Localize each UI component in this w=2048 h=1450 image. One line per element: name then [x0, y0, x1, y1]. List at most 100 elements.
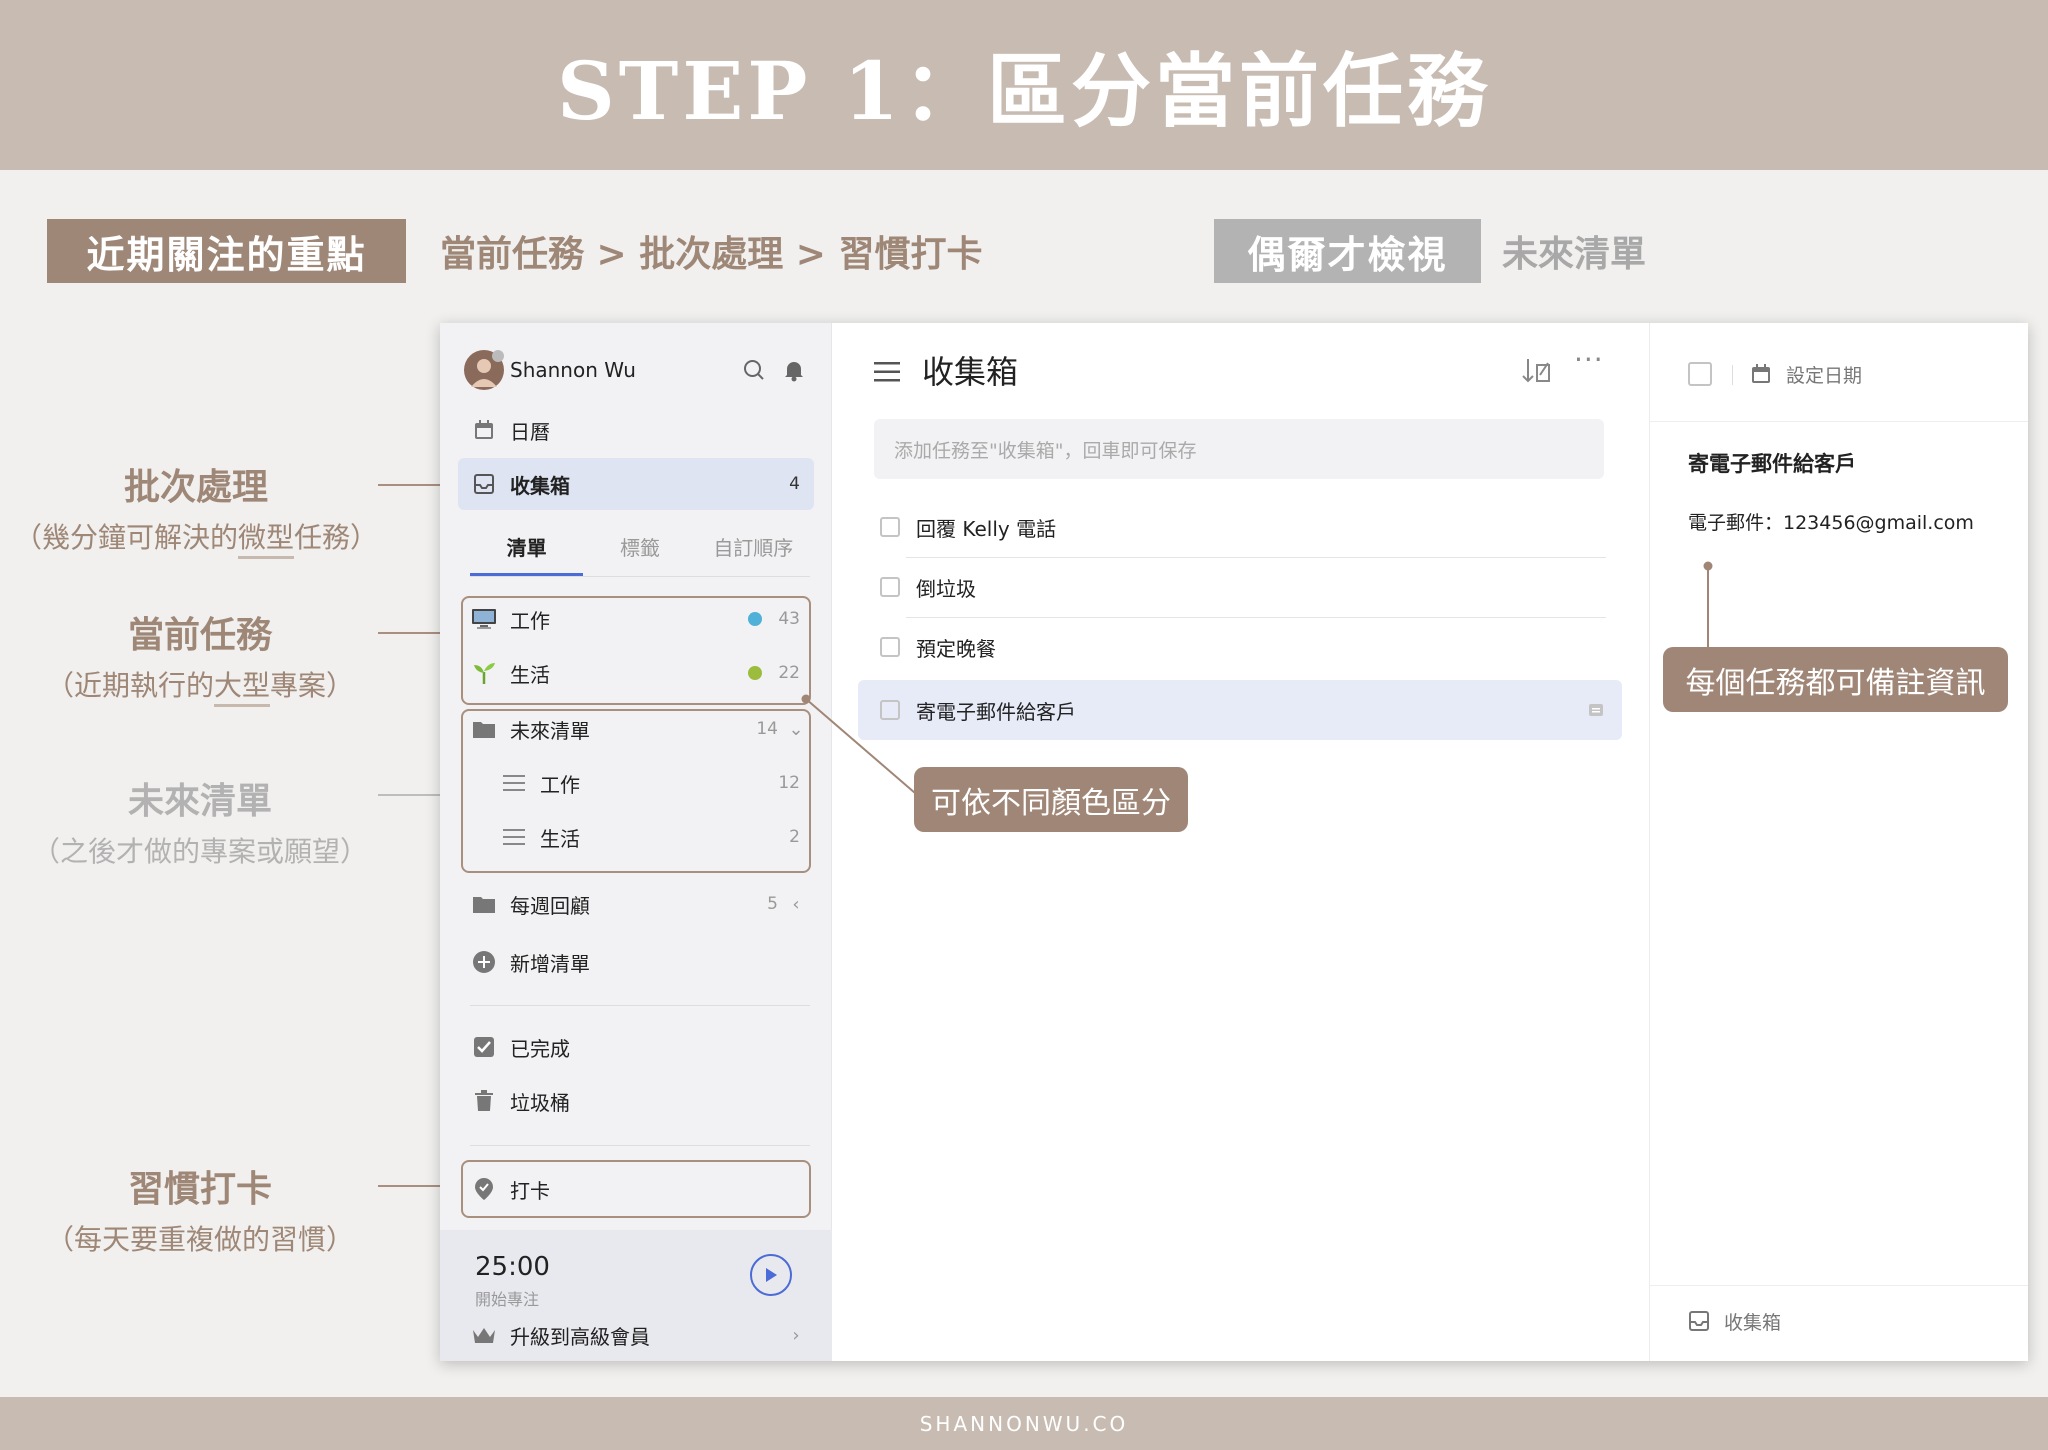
- sidebar-folder-weekly[interactable]: 每週回顧 5 ‹: [458, 878, 814, 930]
- sidebar-item-label: 生活: [510, 662, 550, 687]
- task-row-selected[interactable]: 寄電子郵件給客戶: [858, 680, 1622, 740]
- habit-pin-icon: [458, 1177, 510, 1201]
- label-current: 當前任務 （近期執行的大型專案）: [10, 606, 390, 707]
- sidebar-item-label: 工作: [540, 772, 580, 797]
- legend-occasional-badge: 偶爾才檢視: [1214, 219, 1481, 283]
- task-row[interactable]: 預定晚餐: [880, 617, 1620, 677]
- count-badge: 12: [778, 773, 800, 793]
- sidebar-item-label: 生活: [540, 826, 580, 851]
- task-title: 回覆 Kelly 電話: [916, 516, 1057, 541]
- user-row[interactable]: Shannon Wu: [458, 344, 814, 396]
- callout-note: 每個任務都可備註資訊: [1663, 647, 2008, 712]
- divider: [1650, 1285, 2028, 1286]
- task-row[interactable]: 回覆 Kelly 電話: [880, 497, 1620, 557]
- sidebar-item-habit[interactable]: 打卡: [458, 1163, 814, 1215]
- menu-icon[interactable]: [874, 361, 900, 387]
- more-icon[interactable]: ···: [1574, 343, 1604, 376]
- sidebar-item-future-life[interactable]: 生活 2: [458, 811, 814, 863]
- sidebar-item-label: 每週回顧: [510, 893, 590, 918]
- sidebar-item-inbox[interactable]: 收集箱 4: [458, 458, 814, 510]
- sidebar-item-life[interactable]: 生活 22: [458, 647, 814, 699]
- sidebar: Shannon Wu 日曆 收集箱 4 清單 標籤 自訂順序 工作 43 生活 …: [440, 323, 832, 1361]
- add-list-button[interactable]: 新增清單: [458, 936, 814, 988]
- label-batch: 批次處理 （幾分鐘可解決的微型任務）: [6, 458, 386, 559]
- inbox-icon: [1689, 1311, 1709, 1331]
- footer-site: SHANNONWU.CO: [919, 1411, 1129, 1436]
- count-badge: 14: [756, 719, 778, 739]
- sidebar-tabs: 清單 標籤 自訂順序: [470, 520, 810, 576]
- sidebar-item-future-work[interactable]: 工作 12: [458, 757, 814, 809]
- search-icon[interactable]: [734, 358, 774, 382]
- task-title: 倒垃圾: [916, 576, 976, 601]
- sidebar-item-label: 收集箱: [510, 473, 570, 498]
- pomo-time: 25:00: [475, 1252, 550, 1282]
- header-banner: STEP 1：區分當前任務: [0, 0, 2048, 170]
- detail-note[interactable]: 電子郵件：123456@gmail.com: [1688, 508, 1974, 535]
- chevron-down-icon[interactable]: ⌄: [784, 719, 808, 740]
- chevron-right-icon: ›: [792, 1324, 800, 1346]
- bell-icon[interactable]: [774, 358, 814, 382]
- label-habit: 習慣打卡 （每天要重複做的習慣）: [45, 1169, 354, 1256]
- main-panel: 收集箱 ··· 添加任務至"收集箱"，回車即可保存 回覆 Kelly 電話 倒垃…: [832, 323, 1650, 1361]
- user-name: Shannon Wu: [510, 358, 636, 382]
- divider: [1732, 365, 1733, 385]
- add-task-input[interactable]: 添加任務至"收集箱"，回車即可保存: [874, 419, 1604, 479]
- divider: [470, 576, 810, 577]
- sidebar-item-label: 工作: [510, 608, 550, 633]
- tab-custom-order[interactable]: 自訂順序: [697, 520, 810, 576]
- detail-list-selector[interactable]: 收集箱: [1688, 1303, 1781, 1339]
- avatar[interactable]: [458, 349, 510, 391]
- folder-icon: [458, 719, 510, 739]
- task-checkbox[interactable]: [880, 700, 900, 720]
- sidebar-item-label: 日曆: [510, 419, 550, 444]
- tab-tags[interactable]: 標籤: [583, 520, 696, 576]
- tab-lists[interactable]: 清單: [470, 520, 584, 576]
- sprout-icon: [458, 660, 510, 686]
- list-icon: [488, 828, 540, 846]
- pomo-panel: 25:00 開始專注 升級到高級會員 ›: [440, 1230, 832, 1361]
- divider: [470, 1005, 810, 1006]
- sidebar-item-label: 打卡: [510, 1178, 550, 1203]
- task-title: 寄電子郵件給客戶: [916, 699, 1076, 724]
- divider: [470, 1145, 810, 1146]
- sidebar-item-trash[interactable]: 垃圾桶: [458, 1075, 814, 1127]
- sidebar-item-calendar[interactable]: 日曆: [458, 404, 814, 456]
- count-badge: 22: [778, 663, 800, 683]
- detail-task-title[interactable]: 寄電子郵件給客戶: [1688, 448, 1856, 478]
- chevron-left-icon[interactable]: ‹: [784, 894, 808, 915]
- detail-panel: 設定日期 寄電子郵件給客戶 電子郵件：123456@gmail.com 收集箱: [1650, 323, 2028, 1361]
- upgrade-label: 升級到高級會員: [510, 1324, 650, 1349]
- task-checkbox[interactable]: [880, 517, 900, 537]
- divider: [1650, 421, 2028, 422]
- count-badge: 5: [767, 894, 778, 914]
- play-button[interactable]: [750, 1254, 792, 1296]
- detail-checkbox[interactable]: [1688, 362, 1712, 386]
- app-window: Shannon Wu 日曆 收集箱 4 清單 標籤 自訂順序 工作 43 生活 …: [440, 323, 2028, 1361]
- note-icon: [1589, 704, 1603, 716]
- calendar-icon: [1752, 364, 1770, 383]
- sidebar-item-label: 已完成: [510, 1036, 570, 1061]
- sidebar-item-label: 垃圾桶: [510, 1090, 570, 1115]
- plus-circle-icon: [458, 950, 510, 974]
- sidebar-folder-future[interactable]: 未來清單 14 ⌄: [458, 703, 814, 755]
- set-date-label: 設定日期: [1786, 364, 1863, 387]
- count-badge: 2: [789, 827, 800, 847]
- date-picker[interactable]: 設定日期: [1750, 357, 1862, 391]
- detail-list-label: 收集箱: [1724, 1311, 1782, 1334]
- checkbox-checked-icon: [458, 1036, 510, 1058]
- task-checkbox[interactable]: [880, 577, 900, 597]
- sidebar-item-completed[interactable]: 已完成: [458, 1021, 814, 1073]
- list-title: 收集箱: [922, 353, 1019, 391]
- task-row[interactable]: 倒垃圾: [880, 557, 1620, 617]
- input-placeholder: 添加任務至"收集箱"，回車即可保存: [894, 439, 1197, 462]
- inbox-icon: [458, 473, 510, 495]
- label-future: 未來清單 （之後才做的專案或願望）: [31, 781, 368, 868]
- task-title: 預定晚餐: [916, 636, 996, 661]
- callout-color: 可依不同顏色區分: [914, 767, 1188, 832]
- legend-focus-badge: 近期關注的重點: [47, 219, 406, 283]
- sort-icon[interactable]: [1522, 357, 1552, 389]
- upgrade-button[interactable]: 升級到高級會員 ›: [458, 1313, 814, 1357]
- sidebar-item-work[interactable]: 工作 43: [458, 593, 814, 645]
- page-title: STEP 1：區分當前任務: [557, 44, 1491, 138]
- task-checkbox[interactable]: [880, 637, 900, 657]
